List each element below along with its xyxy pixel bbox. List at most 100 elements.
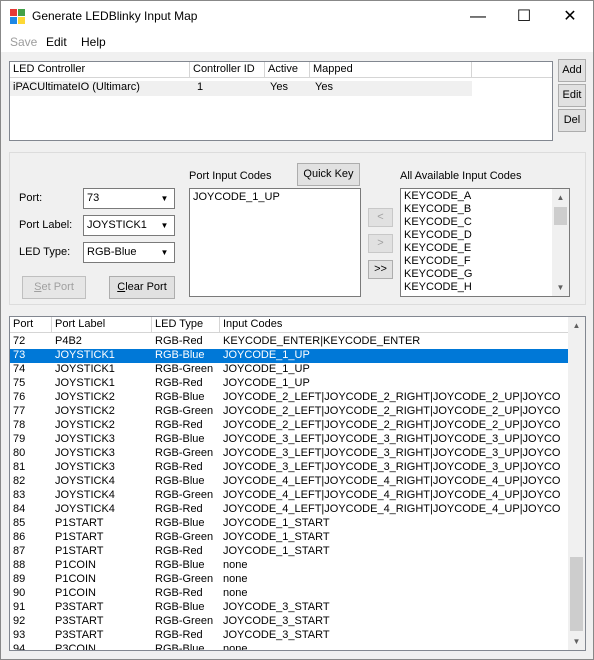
column-header[interactable]: Port Label bbox=[52, 317, 152, 333]
column-header[interactable]: LED Type bbox=[152, 317, 220, 333]
led-type-cell: RGB-Green bbox=[155, 447, 214, 459]
led-type-cell: RGB-Green bbox=[155, 405, 214, 417]
controller-id: 1 bbox=[197, 81, 204, 93]
add-all-codes-button[interactable]: >> bbox=[368, 260, 393, 279]
list-item[interactable]: KEYCODE_D bbox=[404, 229, 472, 242]
table-row[interactable]: 91 P3START RGB-Blue JOYCODE_3_START bbox=[10, 601, 568, 615]
chevron-down-icon[interactable]: ▼ bbox=[156, 244, 173, 261]
port-label-label: Port Label: bbox=[19, 219, 73, 231]
input-codes-cell: none bbox=[223, 587, 248, 599]
table-row[interactable]: 73 JOYSTICK1 RGB-Blue JOYCODE_1_UP bbox=[10, 349, 568, 363]
column-header[interactable]: Active bbox=[265, 62, 310, 78]
minimize-icon[interactable]: — bbox=[455, 1, 501, 32]
chevron-down-icon[interactable]: ▼ bbox=[156, 217, 173, 234]
menu-save[interactable]: Save bbox=[10, 35, 37, 49]
column-header[interactable]: Port bbox=[10, 317, 52, 333]
table-row[interactable]: 90 P1COIN RGB-Red none bbox=[10, 587, 568, 601]
delete-controller-button[interactable]: Del bbox=[558, 109, 586, 132]
column-header[interactable]: Mapped bbox=[310, 62, 472, 78]
port-label-cell: JOYSTICK1 bbox=[55, 363, 115, 375]
table-row[interactable]: 82 JOYSTICK4 RGB-Blue JOYCODE_4_LEFT|JOYCOD… bbox=[10, 475, 568, 489]
column-header[interactable]: LED Controller bbox=[10, 62, 190, 78]
table-row[interactable]: 88 P1COIN RGB-Blue none bbox=[10, 559, 568, 573]
port-value: 73 bbox=[87, 192, 100, 204]
close-icon[interactable]: ✕ bbox=[547, 1, 593, 32]
column-header[interactable]: Controller ID bbox=[190, 62, 265, 78]
list-item[interactable]: KEYCODE_H bbox=[404, 281, 472, 294]
table-row[interactable]: 89 P1COIN RGB-Green none bbox=[10, 573, 568, 587]
menu-edit[interactable]: Edit bbox=[46, 35, 67, 49]
table-row[interactable]: 94 P3COIN RGB-Blue none bbox=[10, 643, 568, 650]
port-number: 77 bbox=[13, 405, 26, 417]
list-item[interactable]: KEYCODE_A bbox=[404, 190, 471, 203]
port-label-value: JOYSTICK1 bbox=[87, 219, 147, 231]
led-type-cell: RGB-Red bbox=[155, 377, 203, 389]
controller-mapped: Yes bbox=[315, 81, 333, 93]
controller-row[interactable]: iPACUltimateIO (Ultimarc) 1 Yes Yes bbox=[10, 81, 472, 96]
table-row[interactable]: 77 JOYSTICK2 RGB-Green JOYCODE_2_LEFT|JOYCO… bbox=[10, 405, 568, 419]
port-number: 73 bbox=[13, 349, 26, 361]
table-row[interactable]: 79 JOYSTICK3 RGB-Blue JOYCODE_3_LEFT|JOYCOD… bbox=[10, 433, 568, 447]
list-item[interactable]: KEYCODE_G bbox=[404, 268, 472, 281]
edit-controller-button[interactable]: Edit bbox=[558, 84, 586, 107]
table-row[interactable]: 78 JOYSTICK2 RGB-Red JOYCODE_2_LEFT|JOYCODE… bbox=[10, 419, 568, 433]
table-row[interactable]: 93 P3START RGB-Red JOYCODE_3_START bbox=[10, 629, 568, 643]
input-codes-cell: none bbox=[223, 573, 248, 585]
port-label-cell: P4B2 bbox=[55, 335, 82, 347]
table-row[interactable]: 86 P1START RGB-Green JOYCODE_1_START bbox=[10, 531, 568, 545]
list-item[interactable]: KEYCODE_C bbox=[404, 216, 472, 229]
scroll-down-icon[interactable]: ▼ bbox=[552, 279, 569, 296]
chevron-down-icon[interactable]: ▼ bbox=[156, 190, 173, 207]
table-row[interactable]: 87 P1START RGB-Red JOYCODE_1_START bbox=[10, 545, 568, 559]
add-controller-button[interactable]: Add bbox=[558, 59, 586, 82]
table-row[interactable]: 84 JOYSTICK4 RGB-Red JOYCODE_4_LEFT|JOYCODE… bbox=[10, 503, 568, 517]
table-row[interactable]: 81 JOYSTICK3 RGB-Red JOYCODE_3_LEFT|JOYCODE… bbox=[10, 461, 568, 475]
list-item[interactable]: KEYCODE_B bbox=[404, 203, 471, 216]
available-codes-list[interactable]: KEYCODE_A KEYCODE_B KEYCODE_C KEYCODE_D … bbox=[400, 188, 570, 297]
quick-key-button[interactable]: Quick Key bbox=[297, 163, 360, 186]
scroll-up-icon[interactable]: ▲ bbox=[552, 189, 569, 206]
controller-grid[interactable]: LED Controller Controller ID Active Mapp… bbox=[9, 61, 553, 141]
available-codes-scrollbar[interactable]: ▲ ▼ bbox=[552, 189, 569, 296]
controller-grid-header: LED Controller Controller ID Active Mapp… bbox=[10, 62, 552, 78]
port-input-codes-list[interactable]: JOYCODE_1_UP bbox=[189, 188, 361, 297]
table-row[interactable]: 83 JOYSTICK4 RGB-Green JOYCODE_4_LEFT|JOYCO… bbox=[10, 489, 568, 503]
table-row[interactable]: 92 P3START RGB-Green JOYCODE_3_START bbox=[10, 615, 568, 629]
table-row[interactable]: 72 P4B2 RGB-Red KEYCODE_ENTER|KEYCODE_ENTER bbox=[10, 335, 568, 349]
list-item[interactable]: KEYCODE_E bbox=[404, 242, 471, 255]
table-row[interactable]: 74 JOYSTICK1 RGB-Green JOYCODE_1_UP bbox=[10, 363, 568, 377]
add-code-button[interactable]: > bbox=[368, 234, 393, 253]
led-type-cell: RGB-Green bbox=[155, 531, 214, 543]
port-label-cell: JOYSTICK1 bbox=[55, 377, 115, 389]
table-row[interactable]: 85 P1START RGB-Blue JOYCODE_1_START bbox=[10, 517, 568, 531]
maximize-icon[interactable]: ☐ bbox=[501, 1, 547, 32]
scroll-thumb[interactable] bbox=[570, 557, 583, 631]
port-number: 89 bbox=[13, 573, 26, 585]
port-label-cell: JOYSTICK2 bbox=[55, 405, 115, 417]
list-item[interactable]: KEYCODE_F bbox=[404, 255, 471, 268]
list-item[interactable]: JOYCODE_1_UP bbox=[193, 191, 280, 204]
port-select[interactable]: 73 ▼ bbox=[83, 188, 175, 209]
ports-grid-scrollbar[interactable]: ▲ ▼ bbox=[568, 317, 585, 650]
remove-code-button[interactable]: < bbox=[368, 208, 393, 227]
port-label-cell: P1START bbox=[55, 517, 104, 529]
column-header[interactable]: Input Codes bbox=[220, 317, 568, 333]
port-input-codes-title: Port Input Codes bbox=[189, 170, 272, 182]
clear-port-button[interactable]: Clear Port bbox=[109, 276, 175, 299]
port-label-select[interactable]: JOYSTICK1 ▼ bbox=[83, 215, 175, 236]
port-number: 92 bbox=[13, 615, 26, 627]
table-row[interactable]: 75 JOYSTICK1 RGB-Red JOYCODE_1_UP bbox=[10, 377, 568, 391]
port-number: 91 bbox=[13, 601, 26, 613]
table-row[interactable]: 76 JOYSTICK2 RGB-Blue JOYCODE_2_LEFT|JOYCOD… bbox=[10, 391, 568, 405]
port-label-cell: JOYSTICK3 bbox=[55, 447, 115, 459]
scroll-down-icon[interactable]: ▼ bbox=[568, 633, 585, 650]
led-type-select[interactable]: RGB-Blue ▼ bbox=[83, 242, 175, 263]
set-port-button[interactable]: Set Port bbox=[22, 276, 86, 299]
port-number: 72 bbox=[13, 335, 26, 347]
scroll-thumb[interactable] bbox=[554, 207, 567, 225]
scroll-up-icon[interactable]: ▲ bbox=[568, 317, 585, 334]
ports-grid[interactable]: Port Port Label LED Type Input Codes 72 P… bbox=[9, 316, 586, 651]
table-row[interactable]: 80 JOYSTICK3 RGB-Green JOYCODE_3_LEFT|JOYCO… bbox=[10, 447, 568, 461]
port-label-cell: JOYSTICK3 bbox=[55, 461, 115, 473]
menu-help[interactable]: Help bbox=[81, 35, 106, 49]
